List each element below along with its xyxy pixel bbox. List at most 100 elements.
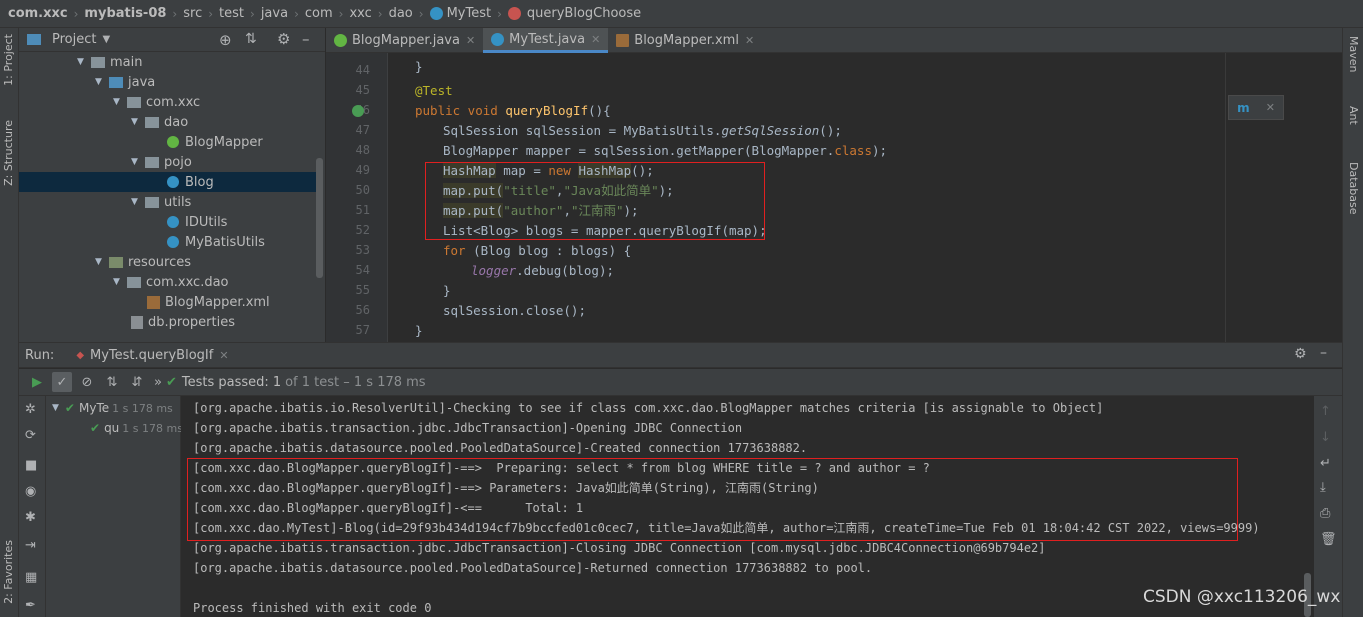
expand-arrow-icon[interactable]: ▼: [131, 117, 145, 127]
project-view-selector[interactable]: Project: [52, 32, 96, 47]
breadcrumb-item-src[interactable]: src: [183, 6, 202, 21]
breadcrumb-item-java[interactable]: java: [261, 6, 288, 21]
scroll-to-end-icon[interactable]: ⤓: [1320, 480, 1326, 495]
breadcrumb-item-project[interactable]: com.xxc: [8, 6, 68, 21]
show-ignored-icon[interactable]: ⊘: [77, 372, 97, 392]
breadcrumb-item-class[interactable]: MyTest: [447, 6, 492, 21]
code-token: queryBlogIf: [505, 103, 589, 118]
tree-item[interactable]: BlogMapper.xml: [19, 292, 319, 312]
gear-icon[interactable]: ⚙: [277, 30, 290, 48]
close-icon[interactable]: ✕: [591, 33, 600, 46]
tree-item[interactable]: ▼ utils: [19, 192, 319, 212]
expand-arrow-icon[interactable]: ▼: [113, 277, 127, 287]
tool-tab-database[interactable]: Database: [1347, 162, 1360, 215]
close-icon[interactable]: ✕: [466, 34, 475, 47]
arrow-up-icon[interactable]: ↑: [1320, 404, 1331, 419]
tree-item-label: main: [110, 54, 143, 70]
tree-item[interactable]: ▼ dao: [19, 112, 319, 132]
breadcrumb-item-test[interactable]: test: [219, 6, 244, 21]
tree-item[interactable]: ▼ com.xxc: [19, 92, 319, 112]
console-output[interactable]: [org.apache.ibatis.io.ResolverUtil]-Chec…: [181, 396, 1342, 617]
camera-icon[interactable]: ◉: [25, 484, 36, 499]
tree-item[interactable]: BlogMapper: [19, 132, 319, 152]
code-token: }: [415, 323, 423, 338]
tree-item[interactable]: Blog: [19, 172, 319, 192]
tree-item[interactable]: ▼ java: [19, 72, 319, 92]
code-editor[interactable]: } @Test public void queryBlogIf(){ SqlSe…: [389, 53, 1342, 342]
trash-icon[interactable]: 🗑: [1320, 532, 1337, 547]
layout-icon[interactable]: ▦: [25, 570, 37, 585]
code-line-57: }: [415, 321, 423, 341]
tool-tab-structure[interactable]: Z: Structure: [2, 120, 15, 186]
stop-icon[interactable]: ■: [25, 458, 37, 473]
expand-arrow-icon[interactable]: ▼: [95, 257, 109, 267]
pin-icon[interactable]: ✒: [25, 598, 36, 613]
test-tree-row[interactable]: ✔ qu 1 s 178 ms: [90, 418, 183, 438]
expand-arrow-icon[interactable]: ▼: [95, 77, 109, 87]
close-icon[interactable]: ✕: [1266, 101, 1275, 114]
collapse-all-icon[interactable]: ⇅: [245, 31, 257, 47]
run-toolbar: ▶ ✓ ⊘ ⇅ ⇵ » ✔ Tests passed: 1 of 1 test …: [19, 369, 1342, 396]
sort-duration-icon[interactable]: ⇵: [127, 372, 147, 392]
tab-blogmapper-xml[interactable]: BlogMapper.xml ✕: [608, 28, 762, 53]
run-tab-label[interactable]: MyTest.queryBlogIf: [90, 348, 213, 363]
tool-tab-project[interactable]: 1: Project: [2, 34, 15, 86]
class-icon: [167, 176, 179, 188]
chevron-down-icon[interactable]: ▼: [102, 34, 110, 45]
expand-arrow-icon[interactable]: ▼: [77, 57, 91, 67]
tool-tab-favorites[interactable]: 2: Favorites: [2, 540, 15, 604]
expand-arrow-icon[interactable]: ▼: [131, 157, 145, 167]
expand-arrow-icon[interactable]: ▼: [52, 403, 59, 413]
tree-item[interactable]: db.properties: [19, 312, 319, 332]
tool-tab-maven[interactable]: Maven: [1347, 36, 1360, 72]
expand-arrow-icon[interactable]: ▼: [113, 97, 127, 107]
test-tree-row[interactable]: ▼ ✔ MyTe 1 s 178 ms: [52, 398, 173, 418]
tab-mytest-java[interactable]: MyTest.java ✕: [483, 28, 609, 53]
restart-icon[interactable]: ⟳: [25, 428, 36, 443]
code-token: getSqlSession: [721, 123, 820, 138]
tree-item[interactable]: ▼ com.xxc.dao: [19, 272, 319, 292]
locate-icon[interactable]: ⊕: [219, 31, 232, 49]
rerun-icon[interactable]: ▶: [27, 372, 47, 392]
breadcrumb-item-method[interactable]: queryBlogChoose: [527, 6, 641, 21]
show-passed-icon[interactable]: ✓: [52, 372, 72, 392]
settings-icon[interactable]: ✱: [25, 510, 36, 525]
export-icon[interactable]: ⇥: [25, 538, 36, 553]
status-prefix: Tests passed:: [181, 374, 269, 390]
breadcrumb-item-xxc[interactable]: xxc: [349, 6, 371, 21]
code-line-55: }: [443, 281, 451, 301]
code-token: SqlSession sqlSession = MyBatisUtils.: [443, 123, 722, 138]
close-icon[interactable]: ✕: [219, 349, 228, 362]
hide-icon[interactable]: –: [1320, 345, 1327, 361]
soft-wrap-icon[interactable]: ↵: [1320, 456, 1331, 471]
tool-tab-ant[interactable]: Ant: [1347, 106, 1360, 125]
hide-icon[interactable]: –: [302, 30, 310, 48]
maven-reload-icon[interactable]: m: [1237, 101, 1250, 115]
breadcrumb-item-com[interactable]: com: [305, 6, 333, 21]
tree-item[interactable]: MyBatisUtils: [19, 232, 319, 252]
tree-item[interactable]: ▼ main: [19, 52, 319, 72]
breadcrumb-item-dao[interactable]: dao: [389, 6, 413, 21]
passed-icon: ✔: [64, 401, 75, 415]
arrow-down-icon[interactable]: ↓: [1320, 430, 1331, 445]
close-icon[interactable]: ✕: [745, 34, 754, 47]
highlight-box: [425, 162, 765, 240]
project-scrollbar[interactable]: [316, 158, 323, 278]
tree-item[interactable]: IDUtils: [19, 212, 319, 232]
project-panel: Project ▼ ⊕ ⇅ ⚙ – ▼ main ▼ java ▼ com.xxc ▼ dao…: [19, 28, 326, 342]
tab-blogmapper-java[interactable]: BlogMapper.java ✕: [326, 28, 483, 53]
tree-item-label: utils: [164, 194, 192, 210]
tree-item[interactable]: ▼ resources: [19, 252, 319, 272]
chevron-right-icon: ›: [250, 6, 255, 21]
debug-icon[interactable]: ✲: [25, 402, 36, 417]
line-number: 44: [355, 63, 370, 77]
more-icon[interactable]: »: [152, 372, 164, 392]
breadcrumb-item-module[interactable]: mybatis-08: [84, 6, 166, 21]
expand-arrow-icon[interactable]: ▼: [131, 197, 145, 207]
print-icon[interactable]: ⎙: [1320, 506, 1330, 521]
tree-item[interactable]: ▼ pojo: [19, 152, 319, 172]
sort-alpha-icon[interactable]: ⇅: [102, 372, 122, 392]
run-test-icon[interactable]: [352, 105, 364, 117]
left-tool-strip: 1: Project Z: Structure 2: Favorites: [0, 28, 19, 617]
gear-icon[interactable]: ⚙: [1294, 346, 1307, 362]
